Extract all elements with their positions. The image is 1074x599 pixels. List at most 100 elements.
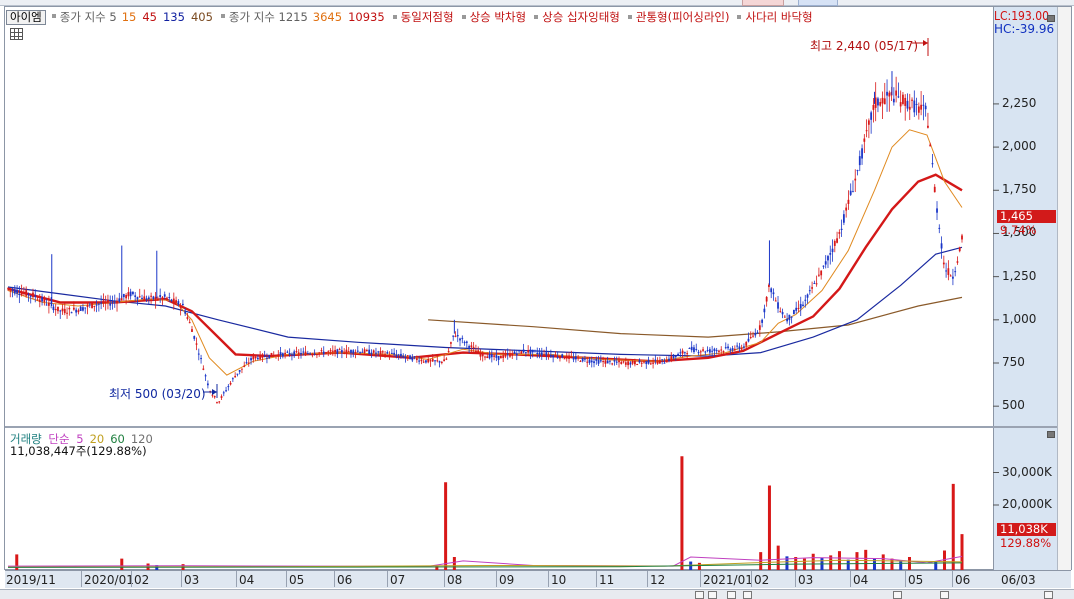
candle-body <box>120 298 123 301</box>
candle-body <box>754 332 757 336</box>
candle-body <box>581 357 584 362</box>
indicator-name-button[interactable]: 아이엠 <box>6 9 46 25</box>
volume-pane-restore-icon[interactable] <box>1047 431 1055 438</box>
candle-body <box>388 355 391 357</box>
candle-body <box>763 308 766 313</box>
candle-body <box>665 361 668 363</box>
candle-body <box>774 300 777 302</box>
candle-body <box>186 317 189 319</box>
grid-icon[interactable] <box>10 28 23 40</box>
candle-body <box>477 350 480 353</box>
candle-body <box>150 295 152 297</box>
candle-body <box>497 356 500 360</box>
candle-body <box>745 341 748 346</box>
candle-body <box>756 332 759 334</box>
volume-bar <box>680 456 684 570</box>
candle-body <box>599 360 602 362</box>
candle-body <box>11 289 14 291</box>
candle-body <box>593 361 595 364</box>
candle-body <box>322 351 325 355</box>
candle-body <box>956 261 959 263</box>
pattern-label[interactable]: 상승 십자잉태형 <box>542 10 620 24</box>
candle-body <box>854 178 857 181</box>
candle-body <box>479 353 482 357</box>
candle-body <box>693 347 695 352</box>
date-tick-label: 2019/11 <box>6 573 56 587</box>
scroll-pause-button[interactable] <box>727 591 736 599</box>
candle-body <box>72 307 75 310</box>
candle-body <box>827 256 829 261</box>
current-volume-percent: 129.88% <box>1000 536 1052 550</box>
pattern-label[interactable]: 관통형(피어싱라인) <box>636 10 730 24</box>
up-button[interactable] <box>1044 591 1053 599</box>
candle-body <box>877 98 879 106</box>
date-tick-mark <box>496 571 497 587</box>
candle-body <box>329 350 332 352</box>
candle-body <box>802 304 804 307</box>
settings-button[interactable] <box>940 591 949 599</box>
candle-body <box>493 355 495 357</box>
candle-body <box>182 303 184 306</box>
date-tick-label: 12 <box>650 573 666 587</box>
candle-body <box>236 373 239 375</box>
date-tick-label: 07 <box>390 573 406 587</box>
candle-body <box>624 362 627 365</box>
candle-body <box>82 307 84 311</box>
date-tick-label: 04 <box>239 573 255 587</box>
date-tick-label: 10 <box>551 573 567 587</box>
candle-body <box>400 353 402 357</box>
candle-body <box>942 262 945 265</box>
candle-body <box>118 298 121 302</box>
candle-body <box>404 356 407 358</box>
pattern-label[interactable]: 상승 박차형 <box>470 10 527 24</box>
candle-body <box>706 350 709 352</box>
candle-body <box>154 296 157 301</box>
candle-body <box>631 360 634 364</box>
candle-body <box>266 357 268 359</box>
pattern-label[interactable]: 사다리 바닥형 <box>745 10 812 24</box>
candle-body <box>157 299 159 301</box>
scroll-right-button[interactable] <box>743 591 752 599</box>
candle-body <box>18 293 21 295</box>
candle-body <box>806 294 809 298</box>
pane-restore-icon[interactable] <box>1047 15 1055 22</box>
candle-body <box>563 358 566 360</box>
date-tick-label: 09 <box>499 573 515 587</box>
price-tick-label: 1,750 <box>1002 182 1037 197</box>
price-tick-label: 1,250 <box>1002 268 1037 283</box>
legend-dot <box>534 14 539 19</box>
legend-dot <box>51 14 56 18</box>
ma-15-line <box>7 129 963 376</box>
candle-body <box>927 125 929 128</box>
candle-body <box>229 382 232 385</box>
candle-body <box>325 352 327 354</box>
scroll-left-button[interactable] <box>695 591 704 599</box>
candle-body <box>475 350 477 352</box>
candle-body <box>213 395 216 398</box>
candle-body <box>874 97 877 108</box>
candle-body <box>568 355 570 359</box>
candle-body <box>904 97 907 106</box>
candle-body <box>270 353 273 357</box>
volume-bar <box>951 483 955 570</box>
candle-body <box>647 359 650 364</box>
date-tick-label: 05 <box>908 573 924 587</box>
candle-body <box>752 335 754 337</box>
zoom-button[interactable] <box>893 591 902 599</box>
candle-body <box>924 105 927 110</box>
candle-body <box>577 357 580 359</box>
candle-body <box>57 306 59 312</box>
candle-body <box>245 362 248 364</box>
pane-divider[interactable] <box>5 426 993 428</box>
candle-body <box>765 296 768 302</box>
candle-body <box>729 349 732 351</box>
scroll-start-button[interactable] <box>708 591 717 599</box>
pattern-label[interactable]: 동일저점형 <box>401 10 454 24</box>
candle-body <box>447 350 450 352</box>
date-tick-mark <box>905 571 906 587</box>
candle-body <box>668 358 670 361</box>
candle-body <box>818 274 820 276</box>
candle-body <box>636 364 639 366</box>
candle-body <box>222 392 225 394</box>
candle-body <box>638 360 641 363</box>
